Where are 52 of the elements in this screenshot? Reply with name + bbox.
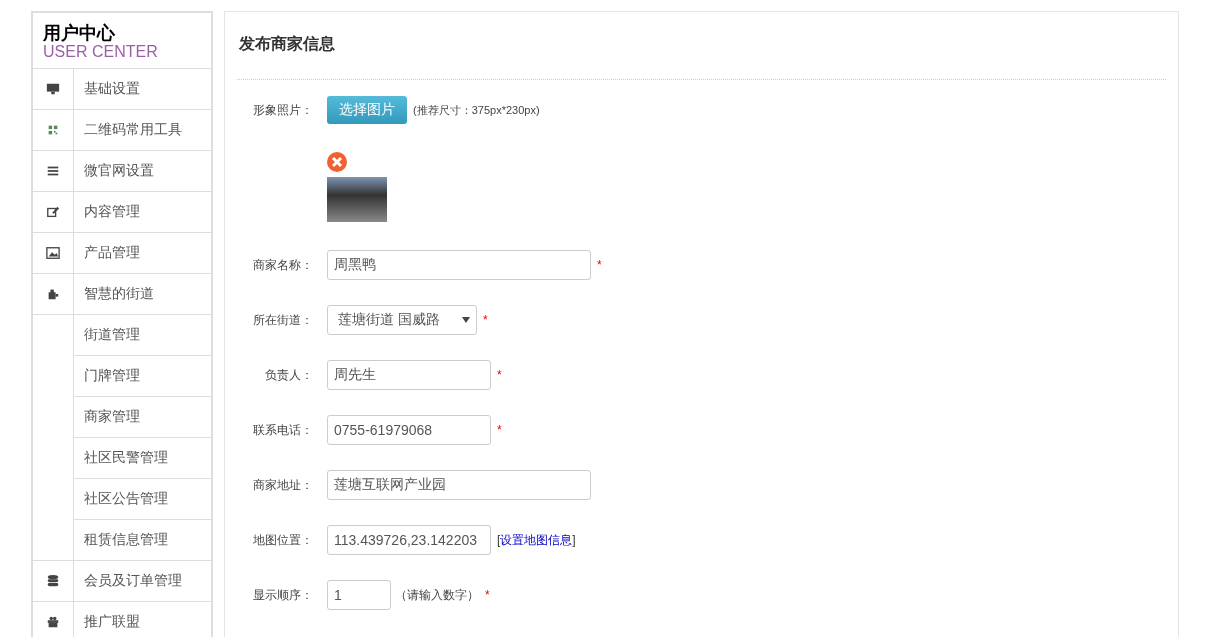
gift-icon	[46, 615, 60, 629]
image-icon	[46, 246, 60, 260]
field-label: 商家名称：	[252, 256, 313, 274]
sidebar-item[interactable]: 智慧的街道	[84, 285, 154, 303]
text-field[interactable]: 周先生	[327, 360, 491, 390]
required-mark: *	[485, 588, 490, 602]
text-field[interactable]: 莲塘互联网产业园	[327, 470, 591, 500]
field-label: 地图位置：	[252, 531, 313, 549]
sidebar-item[interactable]: 会员及订单管理	[84, 572, 182, 590]
sidebar-subtitle: USER CENTER	[43, 43, 159, 61]
sidebar-subitem[interactable]: 门牌管理	[84, 367, 140, 385]
text-field[interactable]: 0755-61979068	[327, 415, 491, 445]
field-label: 负责人：	[264, 366, 313, 384]
sidebar-item[interactable]: 基础设置	[84, 80, 140, 98]
caret-icon	[462, 317, 470, 323]
delete-icon[interactable]	[327, 152, 347, 172]
puzzle-icon	[46, 287, 60, 301]
qr-icon	[46, 123, 60, 137]
sidebar-item[interactable]: 推广联盟	[84, 613, 140, 631]
required-mark: *	[597, 258, 602, 272]
required-mark: *	[483, 313, 488, 327]
field-label: 形象照片：	[252, 101, 313, 119]
sidebar-item[interactable]: 微官网设置	[84, 162, 154, 180]
required-mark: *	[497, 423, 502, 437]
bracket: [	[497, 532, 501, 547]
sidebar-subitem[interactable]: 商家管理	[84, 408, 140, 426]
required-mark: *	[497, 368, 502, 382]
sidebar-subitem[interactable]: 社区民警管理	[84, 449, 168, 467]
list-icon	[46, 164, 60, 178]
page-title: 发布商家信息	[239, 34, 336, 54]
database-icon	[46, 574, 60, 588]
text-field[interactable]: 113.439726,23.142203	[327, 525, 491, 555]
monitor-icon	[46, 82, 60, 96]
bracket: ]	[572, 532, 576, 547]
street-dropdown[interactable]: 莲塘街道 国威路	[327, 305, 477, 335]
hint-text: （请输入数字）	[395, 586, 479, 604]
sidebar-subitem[interactable]: 社区公告管理	[84, 490, 168, 508]
size-hint: (推荐尺寸：375px*230px)	[413, 102, 540, 118]
text-field[interactable]: 周黑鸭	[327, 250, 591, 280]
photo-placeholder	[327, 177, 387, 222]
sidebar-subitem[interactable]: 街道管理	[84, 326, 140, 344]
sidebar-title: 用户中心	[43, 23, 116, 43]
sidebar-item[interactable]: 产品管理	[84, 244, 140, 262]
field-label: 显示顺序：	[252, 586, 313, 604]
sidebar-subitem[interactable]: 租赁信息管理	[84, 531, 168, 549]
edit-icon	[46, 205, 60, 219]
text-field[interactable]: 1	[327, 580, 391, 610]
field-label: 商家地址：	[252, 476, 313, 494]
sidebar-item[interactable]: 内容管理	[84, 203, 140, 221]
sidebar-item[interactable]: 二维码常用工具	[84, 121, 182, 139]
field-label: 所在街道：	[252, 311, 313, 329]
field-label: 联系电话：	[252, 421, 313, 439]
